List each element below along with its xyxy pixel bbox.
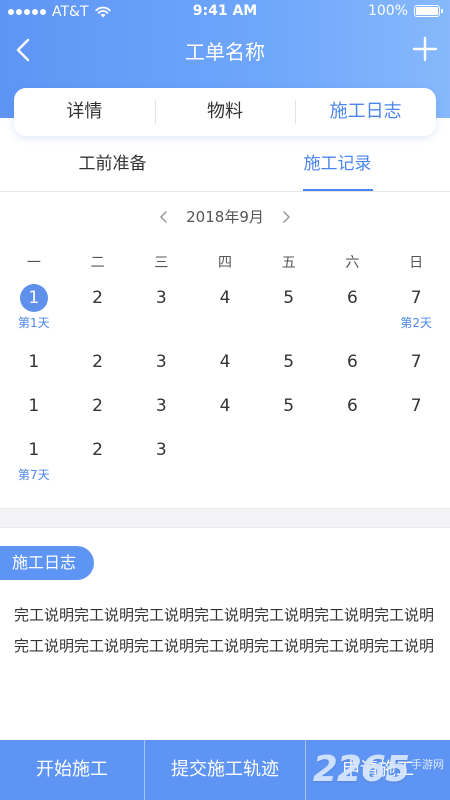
- calendar-day[interactable]: 1 第1天: [2, 280, 66, 344]
- weekday-label: 一: [26, 255, 41, 271]
- weekday-label: 五: [281, 255, 296, 271]
- calendar-day[interactable]: 4: [193, 280, 257, 344]
- apply-construction-button[interactable]: 申请施工: [305, 740, 450, 800]
- sub-tabs: 工前准备 施工记录: [0, 140, 450, 192]
- calendar-day-number: 2: [92, 288, 103, 308]
- calendar-day-number: 5: [283, 352, 295, 372]
- calendar-day[interactable]: 4: [193, 344, 257, 388]
- calendar-day-number: 1: [19, 284, 48, 312]
- status-right: 100%: [367, 3, 443, 19]
- subtab-construction-record[interactable]: 施工记录: [225, 140, 450, 191]
- calendar-day-label: 第1天: [18, 316, 50, 330]
- calendar-day[interactable]: 3: [129, 388, 193, 432]
- calendar-day-number: 4: [219, 352, 231, 372]
- calendar-day-number: 7: [410, 288, 422, 308]
- calendar-day[interactable]: 3: [129, 432, 193, 496]
- calendar-day-number: 3: [155, 288, 167, 308]
- calendar-day-number: 3: [155, 440, 167, 460]
- calendar-day[interactable]: 1 第7天: [2, 432, 66, 496]
- calendar-day-number: 2: [92, 396, 103, 416]
- calendar-day[interactable]: 3: [129, 344, 193, 388]
- calendar-day[interactable]: 3: [129, 280, 193, 344]
- calendar-empty-cell: [257, 432, 321, 496]
- calendar-week-row: 1 第7天 2 3: [2, 432, 448, 496]
- calendar-day-number: 7: [410, 352, 422, 372]
- status-bar: AT&T 9:41 AM 100%: [0, 0, 450, 26]
- calendar-day-number: 1: [28, 352, 40, 372]
- calendar-day[interactable]: 6: [321, 344, 385, 388]
- weekday-label: 日: [409, 255, 424, 271]
- page-title: 工单名称: [185, 40, 265, 64]
- calendar-day[interactable]: 2: [66, 432, 130, 496]
- section-divider: [0, 508, 450, 528]
- calendar-day-number: 7: [410, 396, 422, 416]
- calendar-day-number: 2: [92, 352, 103, 372]
- calendar-header: 2018年9月: [0, 206, 450, 227]
- calendar-day-number: 5: [283, 396, 295, 416]
- add-icon[interactable]: [412, 36, 438, 62]
- calendar-day[interactable]: 7: [384, 388, 448, 432]
- start-construction-button[interactable]: 开始施工: [0, 740, 144, 800]
- calendar-day-number: 6: [347, 352, 358, 372]
- next-month-icon[interactable]: [278, 209, 294, 225]
- calendar-day-label: 第7天: [18, 468, 50, 482]
- calendar-day-number: 4: [219, 396, 231, 416]
- calendar-day-label: 第2天: [400, 316, 432, 330]
- prev-month-icon[interactable]: [156, 209, 172, 225]
- log-section-title: 施工日志: [0, 546, 95, 580]
- main-tabs: 详情 物料 施工日志: [14, 88, 436, 136]
- calendar-day[interactable]: 7: [384, 344, 448, 388]
- calendar-grid: 1 第1天 2 3 4 5 6 7 第2天 1 2 3 4 5 6 7 1 2 3 4 5 6 7 1 第7天 2 3: [0, 280, 450, 496]
- log-description: 完工说明完工说明完工说明完工说明完工说明完工说明完工说明完工说明完工说明完工说明…: [14, 606, 435, 655]
- calendar-week-row: 1 2 3 4 5 6 7: [2, 388, 448, 432]
- calendar-day[interactable]: 2: [66, 388, 130, 432]
- calendar-day[interactable]: 2: [66, 344, 130, 388]
- submit-track-button[interactable]: 提交施工轨迹: [144, 740, 305, 800]
- calendar-month-label: 2018年9月: [186, 208, 264, 226]
- calendar-day-number: 6: [347, 288, 358, 308]
- calendar-day[interactable]: 5: [257, 344, 321, 388]
- tab-construction-log[interactable]: 施工日志: [295, 88, 436, 136]
- calendar-day[interactable]: 4: [193, 388, 257, 432]
- calendar-day-number: 3: [155, 396, 167, 416]
- bottom-action-bar: 开始施工 提交施工轨迹 申请施工: [0, 740, 450, 800]
- weekday-label: 四: [217, 255, 232, 271]
- tab-details[interactable]: 详情: [14, 88, 155, 136]
- calendar-empty-cell: [321, 432, 385, 496]
- calendar-empty-cell: [193, 432, 257, 496]
- subtab-preparation[interactable]: 工前准备: [0, 140, 225, 191]
- calendar-day-number: 3: [155, 352, 167, 372]
- calendar-day[interactable]: 1: [2, 388, 66, 432]
- tab-materials[interactable]: 物料: [154, 88, 296, 136]
- calendar-week-row: 1 2 3 4 5 6 7: [2, 344, 448, 388]
- battery-percent: 100%: [367, 3, 408, 19]
- calendar-day[interactable]: 7 第2天: [384, 280, 448, 344]
- calendar-day[interactable]: 5: [257, 388, 321, 432]
- calendar-day-number: 2: [92, 440, 103, 460]
- calendar-week-row: 1 第1天 2 3 4 5 6 7 第2天: [2, 280, 448, 344]
- calendar-empty-cell: [384, 432, 448, 496]
- calendar-day-number: 5: [283, 288, 295, 308]
- calendar-day-number: 4: [219, 288, 231, 308]
- calendar-day[interactable]: 6: [321, 280, 385, 344]
- calendar-day[interactable]: 1: [2, 344, 66, 388]
- calendar-day-number: 1: [28, 440, 40, 460]
- calendar-day[interactable]: 2: [66, 280, 130, 344]
- weekday-row: 一 二 三 四 五 六 日: [0, 252, 450, 272]
- calendar-day-number: 6: [347, 396, 358, 416]
- battery-icon: [414, 5, 443, 17]
- calendar-day[interactable]: 6: [321, 388, 385, 432]
- weekday-label: 二: [90, 255, 105, 271]
- calendar-day-number: 1: [28, 396, 40, 416]
- weekday-label: 三: [154, 255, 169, 271]
- weekday-label: 六: [345, 255, 360, 271]
- calendar-day[interactable]: 5: [257, 280, 321, 344]
